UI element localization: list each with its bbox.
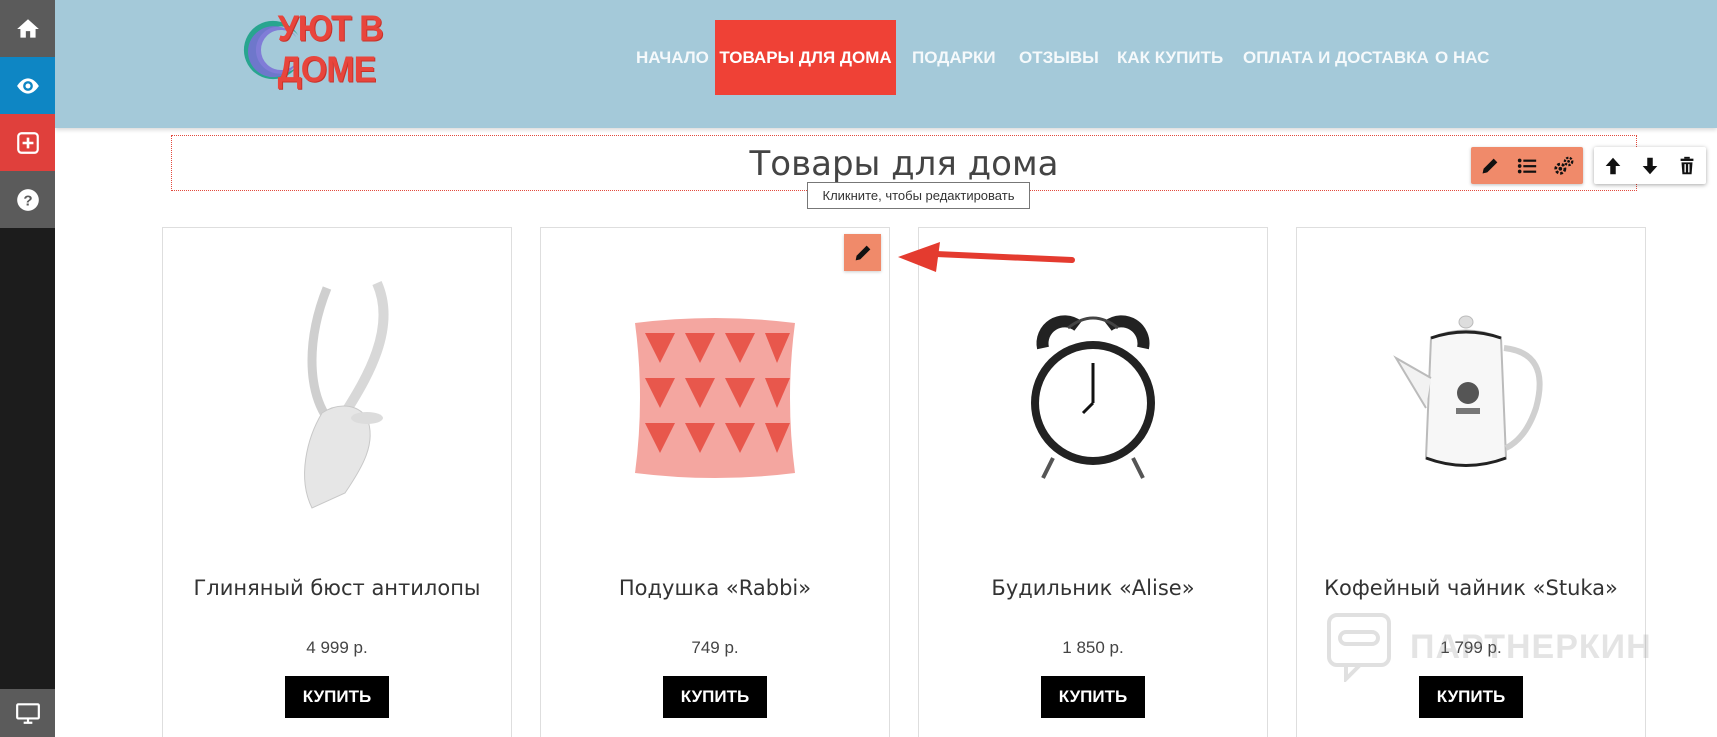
delete-block-button[interactable] [1670,149,1704,183]
nav-item-payment-delivery[interactable]: ОПЛАТА И ДОСТАВКА [1243,20,1429,95]
product-price: 749 р. [691,638,739,657]
buy-button[interactable]: КУПИТЬ [663,676,767,718]
pillow-image [635,318,795,478]
move-up-button[interactable] [1596,149,1630,183]
preview-button[interactable] [0,57,55,114]
home-button[interactable] [0,0,55,57]
block-settings-button[interactable] [1547,149,1581,183]
page: ? УЮТ В ДОМЕ НАЧАЛО ТОВАРЫ ДЛЯ ДОМА ПОДА… [0,0,1717,737]
nav-item-reviews[interactable]: ОТЗЫВЫ [1019,20,1099,95]
edit-tooltip: Кликните, чтобы редактировать [807,182,1030,209]
help-button[interactable]: ? [0,171,55,228]
home-icon [16,18,39,38]
block-list-button[interactable] [1510,149,1544,183]
product-card: Глиняный бюст антилопы 4 999 р. КУПИТЬ [162,227,512,737]
logo-text: УЮТ В ДОМЕ [277,8,384,90]
block-move-toolbar [1594,147,1706,184]
add-block-icon [16,131,39,154]
edit-block-button[interactable] [1473,149,1507,183]
pencil-icon [1482,158,1497,173]
buy-button[interactable]: КУПИТЬ [1041,676,1145,718]
nav-item-gifts[interactable]: ПОДАРКИ [912,20,996,95]
site-logo[interactable]: УЮТ В ДОМЕ [240,9,470,89]
watermark: ПАРТНЕРКИН [1326,612,1652,682]
product-image[interactable] [1297,258,1645,538]
trash-icon [1680,156,1694,174]
watermark-text: ПАРТНЕРКИН [1410,627,1652,666]
product-name[interactable]: Кофейный чайник «Stuka» [1297,576,1645,600]
product-price: 4 999 р. [306,638,368,657]
annotation-arrow [898,242,1075,272]
buy-button[interactable]: КУПИТЬ [1419,676,1523,718]
product-image[interactable] [541,258,889,538]
pencil-icon [855,245,870,260]
nav-item-about[interactable]: О НАС [1435,20,1489,95]
product-name[interactable]: Глиняный бюст антилопы [163,576,511,600]
nav-item-home[interactable]: НАЧАЛО [636,20,709,95]
product-image[interactable] [919,258,1267,538]
antelope-bust-image [304,280,389,509]
watermark-logo-icon [1327,613,1391,682]
product-price: 1 850 р. [1062,638,1124,657]
eye-icon [16,77,39,94]
edit-card-button[interactable] [844,234,881,271]
alarm-clock-image [1031,315,1155,479]
help-icon: ? [16,188,39,211]
settings-icon [1554,156,1574,175]
product-card: Подушка «Rabbi» 749 р. КУПИТЬ [540,227,890,737]
move-down-button[interactable] [1633,149,1667,183]
svg-text:?: ? [23,192,32,209]
nav-item-how-to-buy[interactable]: КАК КУПИТЬ [1117,20,1223,95]
arrow-up-icon [1605,157,1620,174]
product-card: Будильник «Alise» 1 850 р. КУПИТЬ [918,227,1268,737]
product-name[interactable]: Будильник «Alise» [919,576,1267,600]
list-icon [1517,158,1537,173]
desktop-view-button[interactable] [0,689,55,737]
block-edit-toolbar [1471,147,1583,184]
editor-sidebar: ? [0,0,55,737]
add-block-button[interactable] [0,114,55,171]
nav-item-home-goods[interactable]: ТОВАРЫ ДЛЯ ДОМА [715,20,896,95]
site-header: УЮТ В ДОМЕ НАЧАЛО ТОВАРЫ ДЛЯ ДОМА ПОДАРК… [55,0,1717,128]
buy-button[interactable]: КУПИТЬ [285,676,389,718]
desktop-icon [15,703,40,724]
product-name[interactable]: Подушка «Rabbi» [541,576,889,600]
coffee-pot-image [1393,315,1543,467]
product-image[interactable] [163,258,511,538]
arrow-down-icon [1642,157,1658,174]
